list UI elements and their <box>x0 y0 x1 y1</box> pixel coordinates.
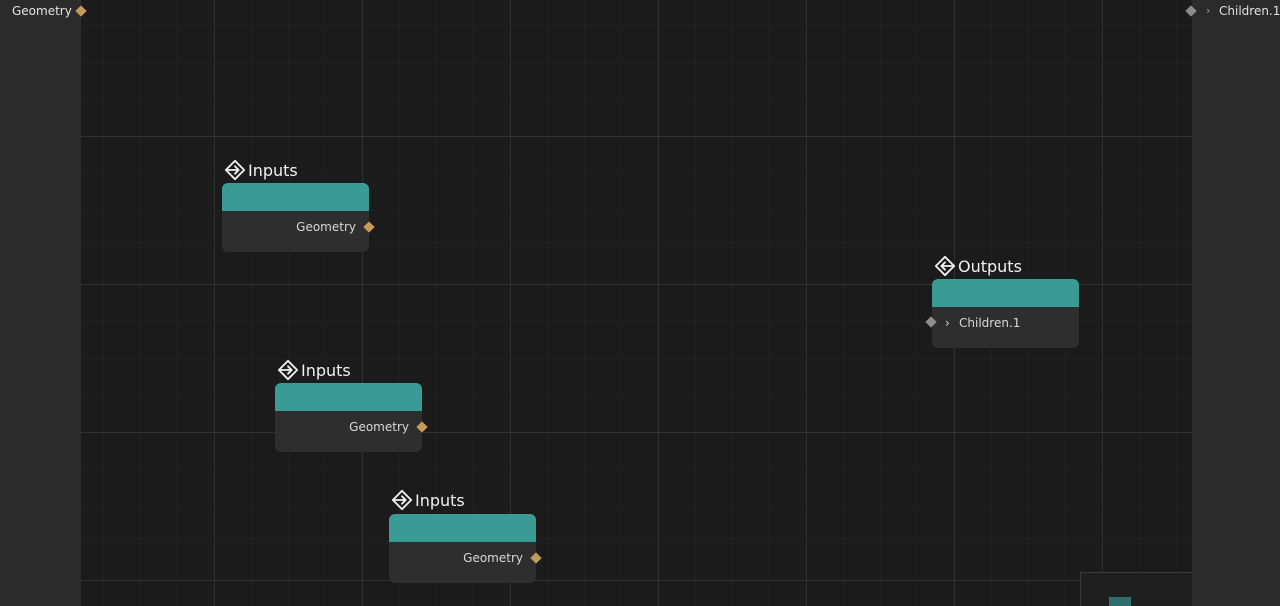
graph-inputs-panel <box>0 0 81 606</box>
graph-output-label: Children.1 <box>1219 4 1280 18</box>
node-title-text: Inputs <box>248 160 298 180</box>
minimap[interactable] <box>1080 572 1192 606</box>
chevron-right-icon: › <box>945 316 950 330</box>
node-title-text: Inputs <box>415 490 465 510</box>
port-label: Geometry <box>463 551 523 565</box>
outputs-node[interactable]: › Children.1 <box>932 279 1079 348</box>
graph-input-label: Geometry <box>12 4 72 18</box>
port-label: Children.1 <box>959 316 1021 330</box>
inputs-node[interactable]: Geometry <box>275 383 422 452</box>
node-header[interactable] <box>932 279 1079 307</box>
node-title: Outputs <box>934 254 1022 278</box>
inputs-node[interactable]: Geometry <box>222 183 369 252</box>
node-header[interactable] <box>222 183 369 211</box>
arrow-into-diamond-icon <box>224 159 246 181</box>
minimap-viewport[interactable] <box>1109 597 1131 606</box>
port-label: Geometry <box>349 420 409 434</box>
graph-outputs-panel <box>1192 0 1280 606</box>
node-title: Inputs <box>391 488 465 512</box>
node-title: Inputs <box>277 358 351 382</box>
inputs-node[interactable]: Geometry <box>389 514 536 583</box>
node-title: Inputs <box>224 158 298 182</box>
arrow-into-diamond-icon <box>391 489 413 511</box>
arrow-into-diamond-icon <box>277 359 299 381</box>
node-title-text: Outputs <box>958 256 1022 276</box>
node-title-text: Inputs <box>301 360 351 380</box>
port-label: Geometry <box>296 220 356 234</box>
node-header[interactable] <box>389 514 536 542</box>
chevron-right-icon: › <box>1206 4 1211 17</box>
node-header[interactable] <box>275 383 422 411</box>
arrow-out-of-diamond-icon <box>934 255 956 277</box>
